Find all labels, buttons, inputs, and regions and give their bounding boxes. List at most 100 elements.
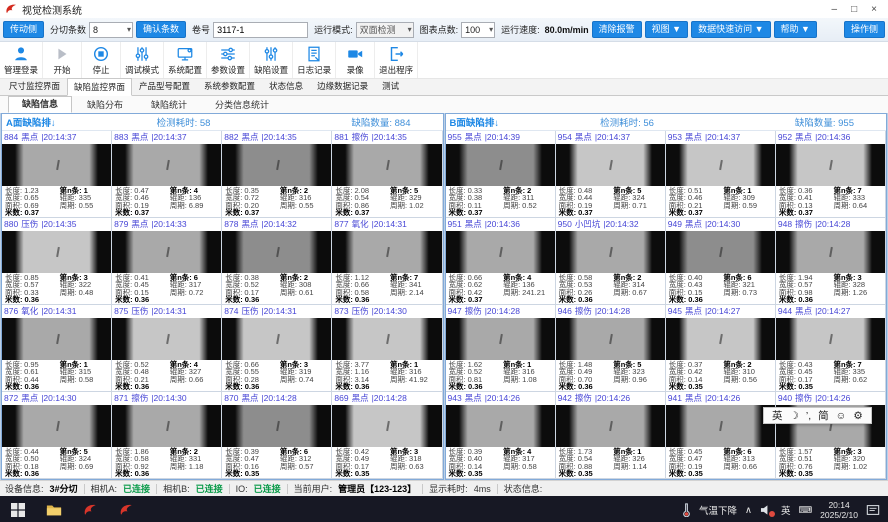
quick-access-menu-button[interactable]: 数据快速访问 ▼ (691, 21, 770, 38)
defect-cell[interactable]: 882 黑点 |20:14:35 长度:0.35 宽度:0.72 面积:0.20… (222, 131, 332, 218)
defect-cell[interactable]: 872 黑点 |20:14:30 长度:0.44 宽度:0.50 面积:0.18… (2, 392, 112, 479)
defect-cell[interactable]: 874 压伤 |20:14:31 长度:0.66 宽度:0.55 面积:0.28… (222, 305, 332, 392)
clear-alarm-button[interactable]: 清除报警 (592, 21, 642, 38)
sub-tab[interactable]: 缺陷分布 (74, 98, 136, 113)
defect-cell[interactable]: 955 黑点 |20:14:39 长度:0.33 宽度:0.38 面积:0.11… (446, 131, 556, 218)
defect-image[interactable] (222, 144, 331, 187)
defect-image[interactable] (776, 144, 885, 187)
defect-cell[interactable]: 954 黑点 |20:14:37 长度:0.48 宽度:0.44 面积:0.19… (556, 131, 666, 218)
drive-side-button[interactable]: 传动侧 (3, 21, 44, 38)
exit-program-button[interactable]: 退出程序 (375, 42, 418, 78)
defect-image[interactable] (222, 318, 331, 361)
main-tab[interactable]: 测试 (375, 78, 406, 95)
defect-cell[interactable]: 883 黑点 |20:14:37 长度:0.47 宽度:0.46 面积:0.19… (112, 131, 222, 218)
defect-image[interactable] (332, 318, 441, 361)
defect-image[interactable] (776, 318, 885, 361)
operate-side-button[interactable]: 操作侧 (844, 21, 885, 38)
log-record-button[interactable]: 日志记录 (293, 42, 336, 78)
ime-toolbar-item[interactable]: 简 (818, 408, 829, 423)
defect-image[interactable] (556, 231, 665, 274)
view-menu-button[interactable]: 视图 ▼ (645, 21, 688, 38)
keyboard-icon[interactable]: ⌨ (798, 505, 812, 516)
defect-image[interactable] (666, 144, 775, 187)
main-tab[interactable]: 状态信息 (262, 78, 310, 95)
defect-cell[interactable]: 881 擦伤 |20:14:35 长度:2.08 宽度:0.54 面积:0.86… (332, 131, 442, 218)
sub-tab[interactable]: 分类信息统计 (202, 98, 282, 113)
defect-image[interactable] (2, 318, 111, 361)
roll-number-input[interactable] (213, 22, 308, 38)
defect-image[interactable] (112, 318, 221, 361)
defect-image[interactable] (446, 231, 555, 274)
volume-icon[interactable] (760, 504, 773, 516)
defect-cell[interactable]: 871 擦伤 |20:14:30 长度:1.86 宽度:0.58 面积:0.92… (112, 392, 222, 479)
taskbar-app-button-2[interactable] (108, 496, 144, 522)
main-tab[interactable]: 尺寸监控界面 (2, 78, 67, 95)
param-settings-button[interactable]: 参数设置 (207, 42, 250, 78)
maximize-icon[interactable]: □ (851, 4, 857, 15)
defect-image[interactable] (556, 405, 665, 448)
defect-cell[interactable]: 941 黑点 |20:14:26 长度:0.45 宽度:0.47 面积:0.19… (666, 392, 776, 479)
defect-image[interactable] (332, 405, 441, 448)
defect-image[interactable] (332, 144, 441, 187)
tray-expand-icon[interactable]: ∧ (745, 505, 752, 516)
defect-cell[interactable]: 951 黑点 |20:14:36 长度:0.66 宽度:0.62 面积:0.42… (446, 218, 556, 305)
main-tab[interactable]: 缺陷监控界面 (67, 78, 132, 96)
defect-cell[interactable]: 942 擦伤 |20:14:26 长度:1.73 宽度:0.54 面积:0.88… (556, 392, 666, 479)
ime-toolbar-item[interactable]: ’, (806, 410, 811, 422)
run-mode-select[interactable]: 双面检测 (356, 22, 414, 38)
ime-toolbar-item[interactable]: 英 (772, 408, 783, 423)
sub-tab[interactable]: 缺陷统计 (138, 98, 200, 113)
sub-tab[interactable]: 缺陷信息 (8, 96, 72, 113)
panel-b-title[interactable]: B面缺陷排↓ (450, 115, 500, 129)
start-button[interactable] (0, 496, 36, 522)
defect-cell[interactable]: 879 黑点 |20:14:33 长度:0.41 宽度:0.45 面积:0.15… (112, 218, 222, 305)
ime-toolbar-item[interactable]: ⚙ (853, 410, 862, 422)
defect-image[interactable] (112, 231, 221, 274)
defect-cell[interactable]: 878 黑点 |20:14:32 长度:0.38 宽度:0.52 面积:0.17… (222, 218, 332, 305)
main-tab[interactable]: 产品型号配置 (132, 78, 197, 95)
close-icon[interactable]: × (871, 4, 877, 15)
chart-points-select[interactable]: 100 (461, 22, 495, 38)
start-button[interactable]: 开始 (43, 42, 82, 78)
defect-image[interactable] (222, 405, 331, 448)
input-language-indicator[interactable]: 英 (781, 503, 791, 517)
defect-image[interactable] (2, 144, 111, 187)
notification-center-icon[interactable] (866, 504, 880, 516)
main-tab[interactable]: 系统参数配置 (197, 78, 262, 95)
stop-button[interactable]: 停止 (82, 42, 121, 78)
defect-cell[interactable]: 949 黑点 |20:14:30 长度:0.40 宽度:0.43 面积:0.15… (666, 218, 776, 305)
file-explorer-button[interactable] (36, 496, 72, 522)
main-tab[interactable]: 边缘数据记录 (310, 78, 375, 95)
help-menu-button[interactable]: 帮助 ▼ (774, 21, 817, 38)
defect-cell[interactable]: 947 擦伤 |20:14:28 长度:1.62 宽度:0.52 面积:0.81… (446, 305, 556, 392)
weather-tray-text[interactable]: 气温下降 (699, 503, 737, 517)
admin-login-button[interactable]: 管理登录 (0, 42, 43, 78)
panel-a-title[interactable]: A面缺陷排↓ (6, 115, 56, 129)
defect-cell[interactable]: 943 黑点 |20:14:26 长度:0.39 宽度:0.40 面积:0.14… (446, 392, 556, 479)
clock[interactable]: 20:14 2025/2/10 (820, 500, 858, 520)
defect-cell[interactable]: 945 黑点 |20:14:27 长度:0.37 宽度:0.42 面积:0.14… (666, 305, 776, 392)
defect-image[interactable] (666, 318, 775, 361)
defect-cell[interactable]: 875 压伤 |20:14:31 长度:0.52 宽度:0.48 面积:0.21… (112, 305, 222, 392)
defect-cell[interactable]: 950 小凹坑 |20:14:32 长度:0.58 宽度:0.53 面积:0.2… (556, 218, 666, 305)
defect-image[interactable] (222, 231, 331, 274)
defect-image[interactable] (556, 144, 665, 187)
confirm-count-button[interactable]: 确认条数 (136, 21, 186, 38)
defect-image[interactable] (556, 318, 665, 361)
ime-toolbar-item[interactable]: ☽ (790, 410, 799, 422)
defect-cell[interactable]: 948 擦伤 |20:14:28 长度:1.94 宽度:0.57 面积:0.98… (776, 218, 886, 305)
defect-image[interactable] (2, 405, 111, 448)
record-video-button[interactable]: 录像 (336, 42, 375, 78)
defect-cell[interactable]: 870 黑点 |20:14:28 长度:0.39 宽度:0.47 面积:0.16… (222, 392, 332, 479)
defect-settings-button[interactable]: 缺陷设置 (250, 42, 293, 78)
defect-image[interactable] (666, 231, 775, 274)
defect-cell[interactable]: 953 黑点 |20:14:37 长度:0.51 宽度:0.46 面积:0.21… (666, 131, 776, 218)
defect-image[interactable] (2, 231, 111, 274)
debug-mode-button[interactable]: 调试模式 (121, 42, 164, 78)
defect-cell[interactable]: 869 黑点 |20:14:28 长度:0.42 宽度:0.49 面积:0.17… (332, 392, 442, 479)
defect-cell[interactable]: 877 氧化 |20:14:31 长度:1.12 宽度:0.66 面积:0.58… (332, 218, 442, 305)
ime-toolbar-item[interactable]: ☺ (836, 410, 847, 422)
defect-image[interactable] (446, 144, 555, 187)
minimize-icon[interactable]: – (832, 4, 838, 15)
defect-image[interactable] (776, 231, 885, 274)
